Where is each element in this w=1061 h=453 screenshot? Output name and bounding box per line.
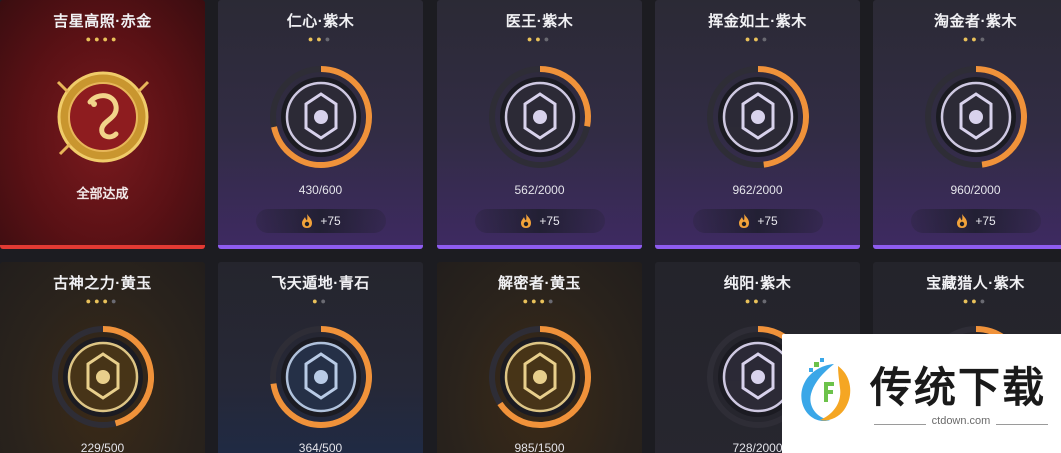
- flame-coin-icon: [957, 214, 968, 228]
- star-filled-icon: ●: [94, 34, 103, 44]
- card-accent-strip: [437, 245, 642, 249]
- reward-button[interactable]: +75: [474, 209, 605, 233]
- star-rating: ●●●: [655, 34, 860, 44]
- star-rating: ●●●: [218, 34, 423, 44]
- star-filled-icon: ●: [312, 296, 321, 306]
- star-filled-icon: ●: [531, 296, 540, 306]
- watermark-url: ctdown.com: [874, 415, 1048, 427]
- dragon-emblem-icon: [56, 71, 149, 163]
- reward-amount: +75: [757, 214, 778, 228]
- ctdown-logo-icon: [801, 358, 851, 422]
- progress-count: 430/600: [298, 183, 343, 197]
- achievement-title: 医王·紫木: [505, 13, 574, 30]
- achievement-card[interactable]: 医王·紫木 ●●● 562/2000 +75: [437, 0, 642, 249]
- star-rating: ●●: [218, 296, 423, 306]
- star-rating: ●●●: [437, 34, 642, 44]
- star-rating: ●●●: [655, 296, 860, 306]
- star-rating: ●●●●: [0, 34, 205, 44]
- reward-amount: +75: [975, 214, 996, 228]
- achievement-card[interactable]: 挥金如土·紫木 ●●● 962/2000 +75: [655, 0, 860, 249]
- star-filled-icon: ●: [85, 296, 95, 306]
- star-filled-icon: ●: [316, 34, 325, 44]
- altar-emblem-icon: [488, 326, 591, 428]
- achievement-title: 挥金如土·紫木: [708, 13, 807, 30]
- progress-count: 229/500: [80, 441, 125, 453]
- star-empty-icon: ●: [979, 34, 989, 44]
- star-filled-icon: ●: [94, 296, 103, 306]
- star-empty-icon: ●: [761, 296, 771, 306]
- star-empty-icon: ●: [110, 296, 120, 306]
- star-filled-icon: ●: [110, 34, 120, 44]
- achievement-title: 古神之力·黄玉: [53, 275, 152, 292]
- progress-count: 962/2000: [732, 183, 783, 197]
- gems-emblem-icon: [706, 66, 809, 168]
- star-empty-icon: ●: [324, 34, 334, 44]
- lotus-emblem-icon: [488, 66, 591, 168]
- progress-count: 960/2000: [950, 183, 1001, 197]
- star-filled-icon: ●: [753, 34, 762, 44]
- reward-amount: +75: [320, 214, 341, 228]
- achievement-title: 宝藏猎人·紫木: [926, 275, 1025, 292]
- reward-button[interactable]: +75: [910, 209, 1041, 233]
- star-empty-icon: ●: [543, 34, 553, 44]
- achievement-card[interactable]: 古神之力·黄玉 ●●●● 229/500: [0, 262, 205, 453]
- star-filled-icon: ●: [102, 296, 111, 306]
- trident-emblem-icon: [269, 326, 372, 428]
- treasure-emblem-icon: [924, 66, 1027, 168]
- achievement-title: 纯阳·紫木: [723, 275, 792, 292]
- star-filled-icon: ●: [971, 296, 980, 306]
- achievement-title: 仁心·紫木: [286, 13, 355, 30]
- serpent-emblem-icon: [51, 326, 154, 428]
- star-filled-icon: ●: [971, 34, 980, 44]
- achievement-title: 吉星高照·赤金: [53, 13, 152, 30]
- completion-status: 全部达成: [76, 186, 129, 201]
- card-accent-strip: [0, 245, 205, 249]
- star-empty-icon: ●: [320, 296, 329, 306]
- star-filled-icon: ●: [753, 296, 762, 306]
- banner-emblem-icon: [269, 66, 372, 168]
- star-empty-icon: ●: [547, 296, 557, 306]
- progress-count: 562/2000: [514, 183, 565, 197]
- card-accent-strip: [655, 245, 860, 249]
- flame-coin-icon: [521, 214, 532, 228]
- achievement-card[interactable]: 淘金者·紫木 ●●● 960/2000 +75: [873, 0, 1061, 249]
- achievement-card[interactable]: 解密者·黄玉 ●●●● 985/1500: [437, 262, 642, 453]
- watermark-title: 传统下载: [870, 363, 1047, 412]
- star-filled-icon: ●: [102, 34, 111, 44]
- achievement-card[interactable]: 飞天遁地·青石 ●● 364/500: [218, 262, 423, 453]
- progress-count: 364/500: [298, 441, 343, 453]
- star-rating: ●●●●: [0, 296, 205, 306]
- star-filled-icon: ●: [522, 296, 532, 306]
- star-rating: ●●●: [873, 34, 1061, 44]
- star-filled-icon: ●: [539, 296, 548, 306]
- progress-count: 985/1500: [514, 441, 565, 453]
- star-filled-icon: ●: [535, 34, 544, 44]
- star-rating: ●●●●: [437, 296, 642, 306]
- flame-coin-icon: [739, 214, 750, 228]
- achievement-card[interactable]: 吉星高照·赤金 ●●●● 全部达成: [0, 0, 205, 249]
- reward-button[interactable]: +75: [255, 209, 386, 233]
- achievement-title: 解密者·黄玉: [498, 275, 581, 292]
- achievement-card[interactable]: 仁心·紫木 ●●● 430/600 +75: [218, 0, 423, 249]
- star-empty-icon: ●: [761, 34, 771, 44]
- achievement-title: 飞天遁地·青石: [271, 275, 370, 292]
- reward-button[interactable]: +75: [692, 209, 823, 233]
- achievement-title: 淘金者·紫木: [934, 13, 1017, 30]
- star-filled-icon: ●: [85, 34, 95, 44]
- card-accent-strip: [218, 245, 423, 249]
- card-accent-strip: [873, 245, 1061, 249]
- flame-coin-icon: [302, 214, 313, 228]
- star-empty-icon: ●: [979, 296, 989, 306]
- watermark: 传统下载 ctdown.com: [782, 334, 1061, 453]
- reward-amount: +75: [539, 214, 560, 228]
- star-rating: ●●●: [873, 296, 1061, 306]
